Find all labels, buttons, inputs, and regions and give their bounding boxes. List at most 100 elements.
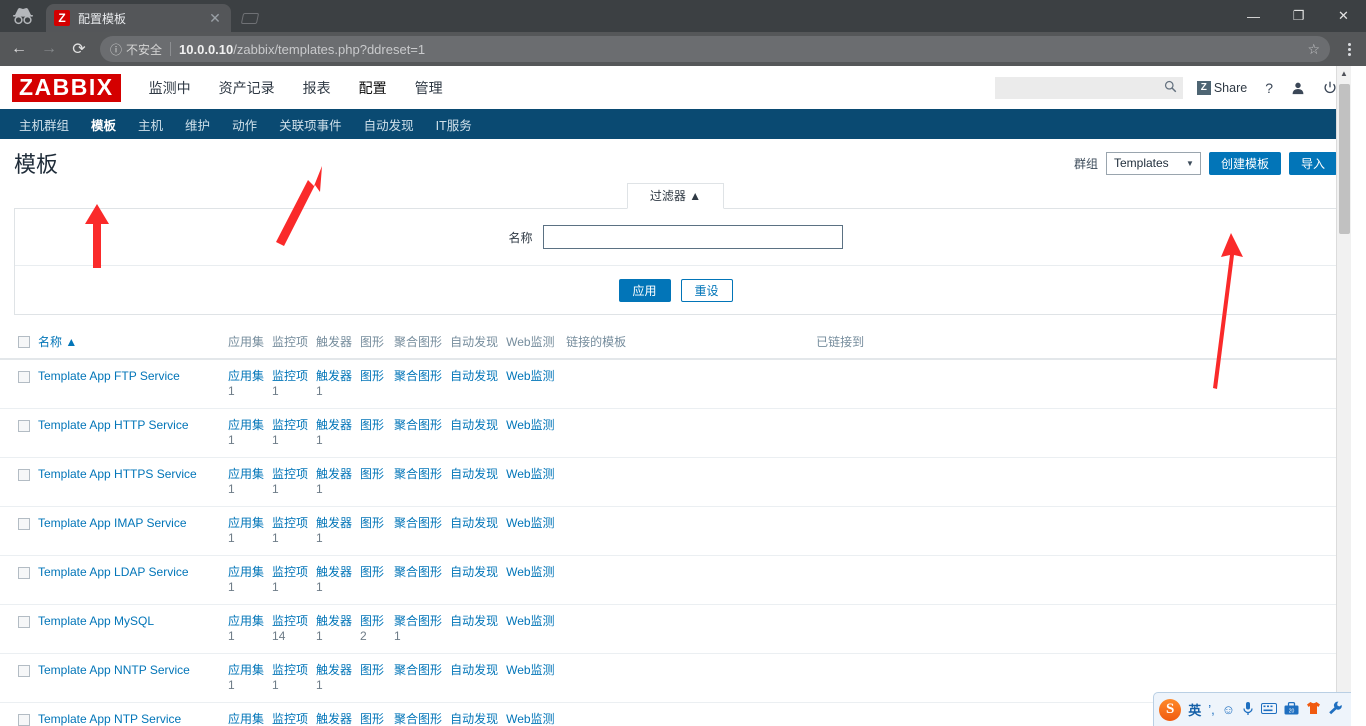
row-select-cell[interactable]: [0, 408, 34, 458]
cell-screens-link[interactable]: 聚合图形: [394, 369, 442, 383]
cell-screens-link[interactable]: 聚合图形: [394, 614, 442, 628]
cell-screens-link[interactable]: 聚合图形: [394, 712, 442, 726]
ime-punctuation-icon[interactable]: ’,: [1208, 702, 1215, 717]
cell-applications-link[interactable]: 应用集: [228, 712, 264, 726]
cell-applications-link[interactable]: 应用集: [228, 516, 264, 530]
row-checkbox[interactable]: [18, 419, 30, 432]
cell-triggers-link[interactable]: 触发器: [316, 712, 352, 726]
cell-graphs-link[interactable]: 图形: [360, 369, 384, 383]
cell-items-link[interactable]: 监控项: [272, 565, 308, 579]
template-name-link[interactable]: Template App LDAP Service: [38, 565, 189, 579]
template-name-link[interactable]: Template App FTP Service: [38, 369, 180, 383]
select-all-checkbox[interactable]: [18, 336, 30, 349]
cell-graphs-link[interactable]: 图形: [360, 467, 384, 481]
filter-toggle-tab[interactable]: 过滤器 ▲: [626, 183, 725, 209]
global-search-box[interactable]: [994, 76, 1183, 99]
ime-toolbox-icon[interactable]: 20: [1284, 701, 1299, 718]
new-tab-button[interactable]: [235, 4, 265, 32]
cell-discovery-link[interactable]: 自动发现: [450, 663, 498, 677]
sogou-logo-icon[interactable]: S: [1159, 698, 1182, 721]
cell-web-link[interactable]: Web监测: [506, 369, 554, 383]
window-close-button[interactable]: ✕: [1321, 0, 1366, 32]
cell-screens-link[interactable]: 聚合图形: [394, 565, 442, 579]
cell-discovery-link[interactable]: 自动发现: [450, 369, 498, 383]
template-name-link[interactable]: Template App IMAP Service: [38, 516, 187, 530]
subnav-item-templates[interactable]: 模板: [80, 109, 127, 139]
cell-graphs-link[interactable]: 图形: [360, 565, 384, 579]
cell-graphs-link[interactable]: 图形: [360, 614, 384, 628]
row-select-cell[interactable]: [0, 506, 34, 556]
nav-item-reports[interactable]: 报表: [289, 66, 345, 110]
row-select-cell[interactable]: [0, 555, 34, 605]
row-checkbox[interactable]: [18, 517, 30, 530]
cell-web-link[interactable]: Web监测: [506, 467, 554, 481]
browser-menu-icon[interactable]: [1336, 42, 1362, 56]
ime-emoji-icon[interactable]: ☺: [1222, 702, 1235, 717]
row-checkbox[interactable]: [18, 713, 30, 726]
nav-item-administration[interactable]: 管理: [401, 66, 457, 110]
row-select-cell[interactable]: [0, 653, 34, 703]
cell-triggers-link[interactable]: 触发器: [316, 516, 352, 530]
cell-triggers-link[interactable]: 触发器: [316, 418, 352, 432]
cell-applications-link[interactable]: 应用集: [228, 467, 264, 481]
subnav-item-host-groups[interactable]: 主机群组: [8, 109, 80, 139]
cell-web-link[interactable]: Web监测: [506, 614, 554, 628]
cell-screens-link[interactable]: 聚合图形: [394, 467, 442, 481]
cell-web-link[interactable]: Web监测: [506, 516, 554, 530]
sign-out-power-icon[interactable]: [1323, 81, 1337, 95]
cell-discovery-link[interactable]: 自动发现: [450, 614, 498, 628]
cell-applications-link[interactable]: 应用集: [228, 614, 264, 628]
subnav-item-maintenance[interactable]: 维护: [174, 109, 221, 139]
cell-graphs-link[interactable]: 图形: [360, 418, 384, 432]
row-checkbox[interactable]: [18, 370, 30, 383]
template-name-link[interactable]: Template App HTTP Service: [38, 418, 189, 432]
cell-discovery-link[interactable]: 自动发现: [450, 565, 498, 579]
ime-voice-icon[interactable]: [1242, 701, 1254, 719]
template-name-link[interactable]: Template App NTP Service: [38, 712, 181, 726]
cell-discovery-link[interactable]: 自动发现: [450, 418, 498, 432]
row-select-cell[interactable]: [0, 702, 34, 726]
cell-items-link[interactable]: 监控项: [272, 712, 308, 726]
reload-icon[interactable]: ⟳: [64, 34, 94, 64]
cell-items-link[interactable]: 监控项: [272, 614, 308, 628]
ime-settings-wrench-icon[interactable]: [1328, 701, 1343, 718]
cell-applications-link[interactable]: 应用集: [228, 369, 264, 383]
cell-applications-link[interactable]: 应用集: [228, 418, 264, 432]
cell-items-link[interactable]: 监控项: [272, 369, 308, 383]
row-checkbox[interactable]: [18, 664, 30, 677]
cell-web-link[interactable]: Web监测: [506, 663, 554, 677]
window-maximize-button[interactable]: ❐: [1276, 0, 1321, 32]
template-name-link[interactable]: Template App HTTPS Service: [38, 467, 197, 481]
subnav-item-hosts[interactable]: 主机: [127, 109, 174, 139]
site-security-indicator[interactable]: ⓘ 不安全: [110, 41, 162, 58]
ime-skin-icon[interactable]: [1306, 701, 1321, 718]
tab-close-icon[interactable]: ✕: [207, 10, 223, 27]
row-checkbox[interactable]: [18, 566, 30, 579]
apply-filter-button[interactable]: 应用: [618, 279, 671, 302]
template-name-link[interactable]: Template App MySQL: [38, 614, 154, 628]
template-name-link[interactable]: Template App NNTP Service: [38, 663, 190, 677]
cell-graphs-link[interactable]: 图形: [360, 712, 384, 726]
scroll-up-arrow-icon[interactable]: ▲: [1337, 66, 1351, 81]
nav-item-monitoring[interactable]: 监测中: [135, 66, 205, 110]
browser-tab[interactable]: Z 配置模板 ✕: [46, 4, 231, 32]
header-name[interactable]: 名称 ▲: [34, 325, 224, 360]
cell-web-link[interactable]: Web监测: [506, 418, 554, 432]
cell-triggers-link[interactable]: 触发器: [316, 369, 352, 383]
user-profile-icon[interactable]: [1291, 81, 1305, 95]
ime-keyboard-icon[interactable]: [1261, 702, 1277, 717]
cell-triggers-link[interactable]: 触发器: [316, 467, 352, 481]
cell-items-link[interactable]: 监控项: [272, 467, 308, 481]
subnav-item-actions[interactable]: 动作: [221, 109, 268, 139]
cell-items-link[interactable]: 监控项: [272, 418, 308, 432]
cell-graphs-link[interactable]: 图形: [360, 663, 384, 677]
back-icon[interactable]: ←: [4, 34, 34, 64]
search-input[interactable]: [1000, 80, 1164, 95]
address-bar[interactable]: ⓘ 不安全 10.0.0.10/zabbix/templates.php?ddr…: [100, 36, 1330, 62]
nav-item-inventory[interactable]: 资产记录: [205, 66, 289, 110]
subnav-item-it-services[interactable]: IT服务: [425, 109, 483, 139]
cell-items-link[interactable]: 监控项: [272, 663, 308, 677]
cell-discovery-link[interactable]: 自动发现: [450, 516, 498, 530]
row-checkbox[interactable]: [18, 468, 30, 481]
cell-applications-link[interactable]: 应用集: [228, 565, 264, 579]
